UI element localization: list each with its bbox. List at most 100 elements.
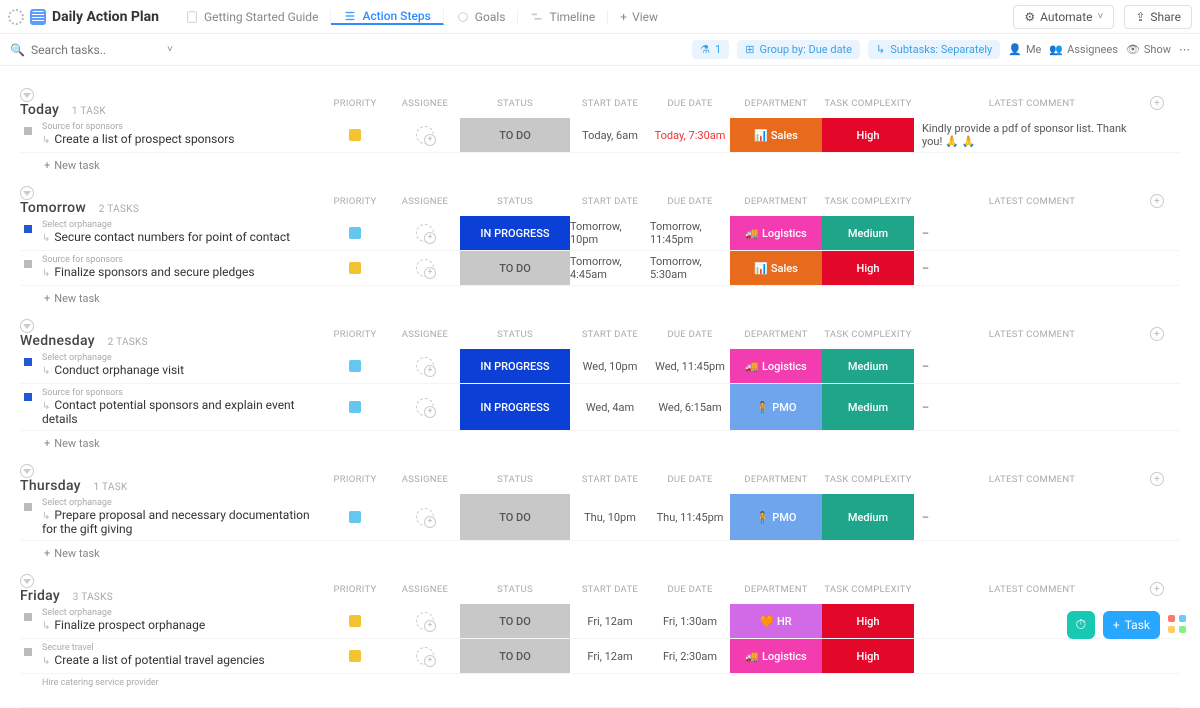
add-column[interactable]: + xyxy=(1150,472,1172,486)
complexity-cell[interactable]: High xyxy=(822,639,914,673)
due-date-cell[interactable]: Fri, 2:30am xyxy=(650,639,730,673)
col-complexity[interactable]: TASK COMPLEXITY xyxy=(822,196,914,207)
group-title-wrap[interactable]: Friday 3 TASKS xyxy=(20,574,320,604)
col-due[interactable]: DUE DATE xyxy=(650,196,730,207)
apps-button[interactable] xyxy=(1168,615,1188,635)
col-start[interactable]: START DATE xyxy=(570,474,650,485)
collapse-toggle-icon[interactable] xyxy=(20,574,34,588)
col-comment[interactable]: LATEST COMMENT xyxy=(914,584,1150,595)
priority-cell[interactable] xyxy=(320,639,390,673)
col-complexity[interactable]: TASK COMPLEXITY xyxy=(822,474,914,485)
tab-timeline[interactable]: Timeline xyxy=(518,10,608,24)
start-date-cell[interactable]: Today, 6am xyxy=(570,118,650,152)
status-square-icon[interactable] xyxy=(24,393,32,401)
complexity-cell[interactable]: Medium xyxy=(822,384,914,430)
task-title[interactable]: ↳Create a list of potential travel agenc… xyxy=(42,653,320,667)
group-title-wrap[interactable]: Wednesday 2 TASKS xyxy=(20,319,320,349)
due-date-cell[interactable]: Tomorrow, 5:30am xyxy=(650,251,730,285)
col-due[interactable]: DUE DATE xyxy=(650,474,730,485)
col-start[interactable]: START DATE xyxy=(570,196,650,207)
assignee-cell[interactable] xyxy=(390,349,460,383)
col-complexity[interactable]: TASK COMPLEXITY xyxy=(822,329,914,340)
status-square-icon[interactable] xyxy=(24,358,32,366)
assignee-cell[interactable] xyxy=(390,251,460,285)
priority-cell[interactable] xyxy=(320,604,390,638)
col-assignee[interactable]: ASSIGNEE xyxy=(390,98,460,109)
start-date-cell[interactable]: Fri, 12am xyxy=(570,604,650,638)
assignee-cell[interactable] xyxy=(390,384,460,430)
col-start[interactable]: START DATE xyxy=(570,584,650,595)
show-menu[interactable]: 👁 Show xyxy=(1126,43,1171,56)
department-cell[interactable]: 🚚Logistics xyxy=(730,349,822,383)
department-cell[interactable]: 🧍PMO xyxy=(730,494,822,540)
col-complexity[interactable]: TASK COMPLEXITY xyxy=(822,98,914,109)
task-title[interactable]: ↳Finalize prospect orphanage xyxy=(42,618,320,632)
task-title[interactable]: ↳Prepare proposal and necessary document… xyxy=(42,508,320,536)
timer-button[interactable]: ⏱ xyxy=(1067,611,1095,639)
new-task-link[interactable]: +New task xyxy=(44,547,1180,560)
task-row[interactable]: Secure travel ↳Create a list of potentia… xyxy=(20,639,1180,674)
group-by-pill[interactable]: ⊞ Group by: Due date xyxy=(737,40,860,59)
comment-cell[interactable] xyxy=(914,639,1150,673)
col-status[interactable]: STATUS xyxy=(460,474,570,485)
add-column[interactable]: + xyxy=(1150,194,1172,208)
department-cell[interactable]: 🧡HR xyxy=(730,604,822,638)
start-date-cell[interactable]: Tomorrow, 4:45am xyxy=(570,251,650,285)
status-cell[interactable]: TO DO xyxy=(460,118,570,152)
task-title[interactable]: ↳Create a list of prospect sponsors xyxy=(42,132,320,146)
task-title[interactable]: ↳Conduct orphanage visit xyxy=(42,363,320,377)
department-cell[interactable]: 🧍PMO xyxy=(730,384,822,430)
assignee-cell[interactable] xyxy=(390,216,460,250)
col-due[interactable]: DUE DATE xyxy=(650,98,730,109)
page-title[interactable]: Daily Action Plan xyxy=(30,9,159,25)
department-cell[interactable]: 📊Sales xyxy=(730,251,822,285)
task-row[interactable]: Select orphanage ↳Secure contact numbers… xyxy=(20,216,1180,251)
collapse-toggle-icon[interactable] xyxy=(20,319,34,333)
new-task-button[interactable]: +Task xyxy=(1103,611,1160,639)
status-square-icon[interactable] xyxy=(24,127,32,135)
comment-cell[interactable]: – xyxy=(914,251,1150,285)
col-comment[interactable]: LATEST COMMENT xyxy=(914,474,1150,485)
assignee-cell[interactable] xyxy=(390,118,460,152)
col-start[interactable]: START DATE xyxy=(570,98,650,109)
priority-cell[interactable] xyxy=(320,216,390,250)
due-date-cell[interactable]: Thu, 11:45pm xyxy=(650,494,730,540)
start-date-cell[interactable]: Wed, 10pm xyxy=(570,349,650,383)
priority-cell[interactable] xyxy=(320,118,390,152)
col-due[interactable]: DUE DATE xyxy=(650,329,730,340)
due-date-cell[interactable]: Tomorrow, 11:45pm xyxy=(650,216,730,250)
more-menu[interactable]: ⋯ xyxy=(1179,43,1190,56)
comment-cell[interactable]: – xyxy=(914,349,1150,383)
status-square-icon[interactable] xyxy=(24,613,32,621)
task-row[interactable]: Select orphanage ↳Finalize prospect orph… xyxy=(20,604,1180,639)
col-status[interactable]: STATUS xyxy=(460,196,570,207)
status-cell[interactable]: TO DO xyxy=(460,251,570,285)
priority-cell[interactable] xyxy=(320,384,390,430)
department-cell[interactable]: 🚚Logistics xyxy=(730,639,822,673)
col-department[interactable]: DEPARTMENT xyxy=(730,584,822,595)
complexity-cell[interactable]: Medium xyxy=(822,494,914,540)
filter-count-pill[interactable]: ⚗ 1 xyxy=(692,40,729,59)
assignee-cell[interactable] xyxy=(390,604,460,638)
me-filter[interactable]: 👤 Me xyxy=(1008,43,1041,56)
status-square-icon[interactable] xyxy=(24,260,32,268)
due-date-cell[interactable]: Today, 7:30am xyxy=(650,118,730,152)
status-square-icon[interactable] xyxy=(24,648,32,656)
due-date-cell[interactable]: Fri, 1:30am xyxy=(650,604,730,638)
comment-cell[interactable]: – xyxy=(914,494,1150,540)
add-column[interactable]: + xyxy=(1150,327,1172,341)
col-comment[interactable]: LATEST COMMENT xyxy=(914,329,1150,340)
priority-cell[interactable] xyxy=(320,251,390,285)
priority-cell[interactable] xyxy=(320,349,390,383)
col-priority[interactable]: PRIORITY xyxy=(320,474,390,485)
col-priority[interactable]: PRIORITY xyxy=(320,584,390,595)
col-assignee[interactable]: ASSIGNEE xyxy=(390,584,460,595)
complexity-cell[interactable]: High xyxy=(822,251,914,285)
col-assignee[interactable]: ASSIGNEE xyxy=(390,474,460,485)
group-title-wrap[interactable]: Today 1 TASK xyxy=(20,88,320,118)
status-cell[interactable]: TO DO xyxy=(460,639,570,673)
group-title-wrap[interactable]: Thursday 1 TASK xyxy=(20,464,320,494)
task-row[interactable]: Source for sponsors ↳Contact potential s… xyxy=(20,384,1180,431)
col-complexity[interactable]: TASK COMPLEXITY xyxy=(822,584,914,595)
start-date-cell[interactable]: Fri, 12am xyxy=(570,639,650,673)
